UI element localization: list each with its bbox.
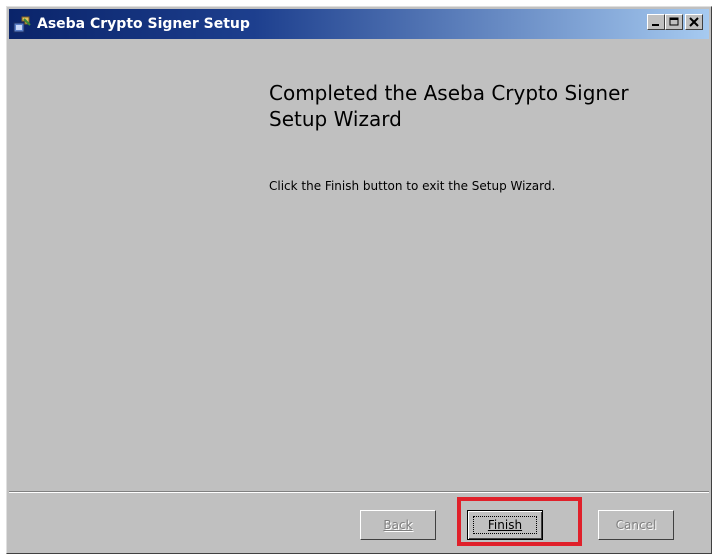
wizard-heading: Completed the Aseba Crypto Signer Setup …: [269, 81, 629, 131]
setup-window: Aseba Crypto Signer Setup Completed the …: [6, 6, 712, 554]
window-controls: [647, 14, 703, 30]
window-title: Aseba Crypto Signer Setup: [37, 16, 250, 32]
finish-button[interactable]: Finish: [467, 510, 543, 540]
minimize-icon[interactable]: [647, 14, 665, 30]
cancel-button-label: Cancel: [615, 518, 657, 532]
back-button-label: Back: [383, 518, 413, 532]
cancel-button[interactable]: Cancel: [598, 510, 674, 540]
wizard-message: Click the Finish button to exit the Setu…: [269, 179, 556, 193]
installer-icon: [13, 15, 31, 33]
footer-divider: [9, 491, 709, 493]
back-button[interactable]: Back: [360, 510, 436, 540]
close-icon[interactable]: [685, 14, 703, 30]
finish-button-label: Finish: [487, 518, 523, 532]
title-bar[interactable]: Aseba Crypto Signer Setup: [9, 9, 709, 39]
maximize-icon[interactable]: [665, 14, 683, 30]
